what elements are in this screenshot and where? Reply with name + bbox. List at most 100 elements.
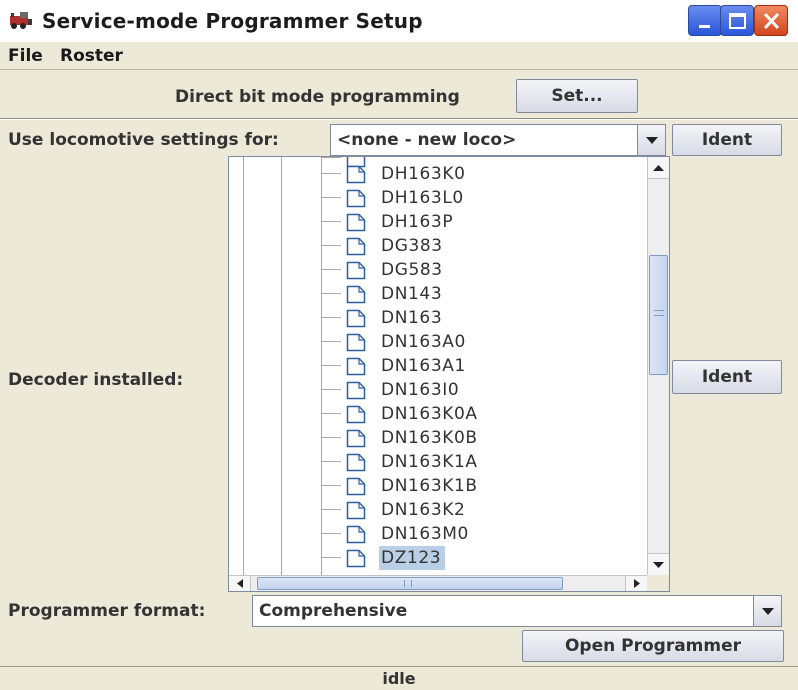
- decoder-tree-item[interactable]: DN163K1B: [229, 474, 669, 498]
- decoder-tree-item[interactable]: DN163K1A: [229, 450, 669, 474]
- decoder-tree-item[interactable]: DG383: [229, 234, 669, 258]
- close-icon: [763, 12, 780, 30]
- locomotive-select-value: <none - new loco>: [337, 130, 517, 150]
- decoder-tree-item-label: DN163: [381, 308, 443, 328]
- arrow-up-icon: [653, 165, 664, 171]
- open-programmer-button[interactable]: Open Programmer: [522, 630, 784, 662]
- decoder-tree-item-label: DG583: [381, 260, 443, 280]
- decoder-tree-item-label: DN163A1: [381, 356, 466, 376]
- decoder-tree-item-label: DN163M0: [381, 524, 469, 544]
- scroll-right-button[interactable]: [625, 576, 647, 591]
- menu-bar: File Roster: [0, 42, 798, 70]
- vertical-scroll-thumb[interactable]: [649, 255, 668, 375]
- document-icon: [346, 357, 366, 376]
- window-title: Service-mode Programmer Setup: [42, 9, 423, 33]
- document-icon: [346, 165, 366, 184]
- close-button[interactable]: [754, 5, 788, 36]
- document-icon: [346, 237, 366, 256]
- document-icon: [346, 285, 366, 304]
- ident-loco-button[interactable]: Ident: [672, 124, 782, 156]
- maximize-button[interactable]: [720, 5, 754, 36]
- menu-file[interactable]: File: [8, 42, 43, 70]
- scroll-left-button[interactable]: [229, 576, 251, 591]
- document-icon: [346, 381, 366, 400]
- decoder-tree-item[interactable]: DN143: [229, 282, 669, 306]
- programmer-format-dropdown-button[interactable]: [753, 596, 781, 626]
- status-text: idle: [382, 669, 416, 688]
- grip-icon: [404, 580, 412, 587]
- decoder-tree-item[interactable]: DN163K0B: [229, 426, 669, 450]
- decoder-tree-item-label: DN163A0: [381, 332, 466, 352]
- decoder-tree-item[interactable]: DN163A1: [229, 354, 669, 378]
- decoder-tree-item-label: DN163K0B: [381, 428, 478, 448]
- document-icon: [346, 261, 366, 280]
- decoder-tree-item[interactable]: DN163K0A: [229, 402, 669, 426]
- use-locomotive-label: Use locomotive settings for:: [8, 130, 279, 150]
- document-icon: [346, 477, 366, 496]
- arrow-left-icon: [237, 579, 243, 588]
- document-icon: [346, 429, 366, 448]
- grip-icon: [654, 310, 664, 316]
- decoder-tree[interactable]: DH163K0 DH163L0 DH163P DG383 DG583 DN143…: [228, 156, 670, 592]
- vertical-scrollbar[interactable]: [647, 157, 669, 575]
- document-icon: [346, 501, 366, 520]
- scroll-down-button[interactable]: [648, 553, 669, 575]
- document-icon: [346, 189, 366, 208]
- set-button[interactable]: Set...: [516, 79, 638, 113]
- decoder-tree-item-label: DH163K0: [381, 164, 466, 184]
- maximize-icon: [729, 13, 746, 29]
- arrow-right-icon: [634, 579, 640, 588]
- locomotive-dropdown-button[interactable]: [637, 125, 665, 155]
- decoder-tree-item[interactable]: DN163I0: [229, 378, 669, 402]
- horizontal-scrollbar[interactable]: [229, 575, 647, 591]
- decoder-tree-item-label: DN143: [381, 284, 443, 304]
- scrollbar-corner: [647, 575, 669, 591]
- decoder-tree-item[interactable]: DH163L0: [229, 186, 669, 210]
- status-bar: idle: [0, 666, 798, 690]
- decoder-tree-item-label: DH163P: [381, 212, 454, 232]
- decoder-tree-item-label: DH163L0: [381, 188, 464, 208]
- decoder-tree-item[interactable]: DN163M0: [229, 522, 669, 546]
- decoder-tree-item[interactable]: DN163K2: [229, 498, 669, 522]
- document-icon: [346, 213, 366, 232]
- decoder-tree-item[interactable]: DH163K0: [229, 162, 669, 186]
- decoder-tree-item-label: DN163K1B: [381, 476, 478, 496]
- ident-decoder-button[interactable]: Ident: [672, 360, 782, 394]
- decoder-tree-item-label: DN163I0: [381, 380, 460, 400]
- decoder-tree-item-label: DN163K2: [381, 500, 466, 520]
- decoder-tree-item[interactable]: DN163A0: [229, 330, 669, 354]
- chevron-down-icon: [646, 137, 658, 144]
- arrow-down-icon: [653, 562, 664, 568]
- document-icon: [346, 405, 366, 424]
- decoder-tree-item[interactable]: DH163P: [229, 210, 669, 234]
- decoder-tree-item-label: DN163K0A: [381, 404, 478, 424]
- programmer-setup-window: Service-mode Programmer Setup File Roste…: [0, 0, 798, 690]
- separator: [0, 118, 798, 120]
- menu-roster[interactable]: Roster: [60, 42, 123, 70]
- decoder-tree-item-label: DG383: [381, 236, 443, 256]
- document-icon: [346, 309, 366, 328]
- decoder-tree-item[interactable]: DN163: [229, 306, 669, 330]
- decoder-tree-item-label: DZ123: [379, 546, 446, 570]
- decoder-tree-item[interactable]: DG583: [229, 258, 669, 282]
- programmer-format-select[interactable]: Comprehensive: [252, 595, 782, 627]
- scroll-up-button[interactable]: [648, 157, 669, 179]
- chevron-down-icon: [762, 608, 774, 615]
- decoder-tree-viewport[interactable]: DH163K0 DH163L0 DH163P DG383 DG583 DN143…: [229, 157, 669, 575]
- horizontal-scroll-thumb[interactable]: [257, 577, 563, 590]
- document-icon: [346, 525, 366, 544]
- direct-bit-mode-label: Direct bit mode programming: [175, 87, 460, 107]
- title-bar[interactable]: Service-mode Programmer Setup: [0, 0, 798, 42]
- train-icon: [8, 10, 34, 30]
- minimize-button[interactable]: [688, 5, 722, 36]
- programmer-format-value: Comprehensive: [259, 601, 408, 621]
- decoder-tree-item-label: DN163K1A: [381, 452, 478, 472]
- decoder-tree-item-selected[interactable]: DZ123: [229, 546, 669, 570]
- minimize-icon: [699, 25, 710, 28]
- document-icon: [346, 549, 366, 568]
- document-icon: [346, 333, 366, 352]
- document-icon: [346, 453, 366, 472]
- programmer-format-label: Programmer format:: [8, 601, 206, 621]
- decoder-installed-label: Decoder installed:: [8, 370, 184, 390]
- locomotive-select[interactable]: <none - new loco>: [330, 124, 666, 156]
